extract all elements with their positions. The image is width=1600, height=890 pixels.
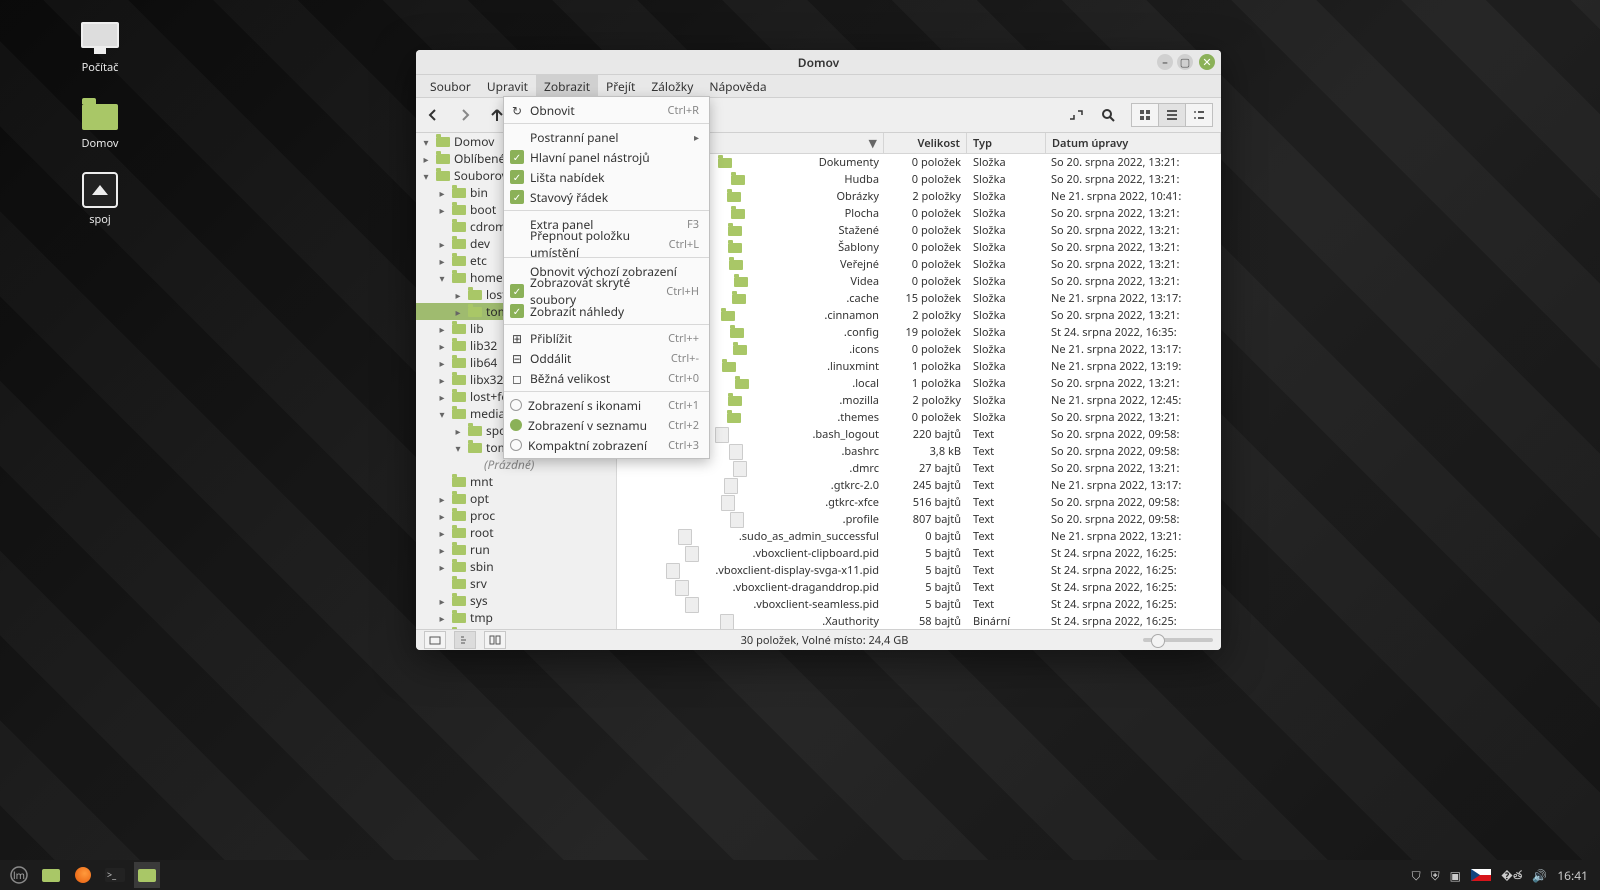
view-compact-button[interactable] <box>1186 103 1213 127</box>
nav-forward-button[interactable] <box>456 106 474 124</box>
clock[interactable]: 16:41 <box>1557 867 1588 884</box>
desktop-icon-computer[interactable]: Počítač <box>60 20 140 75</box>
folder-icon <box>80 96 120 132</box>
menu-item[interactable]: ✓Lišta nabídek <box>504 167 709 187</box>
tray-shield-icon[interactable]: ⛨ <box>1431 867 1440 884</box>
menubar: SouborUpravitZobrazitPřejítZáložkyNápově… <box>416 75 1221 98</box>
svg-text:lm: lm <box>13 868 25 882</box>
computer-icon <box>80 20 120 56</box>
tray-updates-icon[interactable]: ⛉ <box>1412 867 1421 884</box>
menu-item[interactable]: Kompaktní zobrazeníCtrl+3 <box>504 435 709 455</box>
nav-back-button[interactable] <box>424 106 442 124</box>
menu-záložky[interactable]: Záložky <box>643 75 701 98</box>
menu-item[interactable]: Postranní panel▸ <box>504 127 709 147</box>
menu-item[interactable]: ↻ObnovitCtrl+R <box>504 100 709 120</box>
status-dual-button[interactable] <box>484 631 506 649</box>
menu-nápověda[interactable]: Nápověda <box>701 75 774 98</box>
file-row[interactable]: .profile807 bajtůTextSo 20. srpna 2022, … <box>617 511 1221 528</box>
menu-item[interactable]: ✓Stavový řádek <box>504 187 709 207</box>
tray-display-icon[interactable]: ▣ <box>1450 867 1461 884</box>
tree-item[interactable]: ▸sys <box>416 592 616 609</box>
desktop-icon-home[interactable]: Domov <box>60 96 140 151</box>
taskbar-firefox-button[interactable] <box>70 862 96 888</box>
status-text: 30 položek, Volné místo: 24,4 GB <box>514 633 1135 648</box>
maximize-button[interactable]: ▢ <box>1177 54 1193 70</box>
desktop-icon-label: spoj <box>89 212 111 227</box>
tree-item[interactable]: mnt <box>416 473 616 490</box>
path-toggle-button[interactable] <box>1067 106 1085 124</box>
col-type[interactable]: Typ <box>967 133 1046 153</box>
view-mode-group <box>1131 103 1213 127</box>
zoom-slider[interactable] <box>1143 638 1213 642</box>
status-places-button[interactable] <box>424 631 446 649</box>
file-row[interactable]: .vboxclient-draganddrop.pid5 bajtůTextSt… <box>617 579 1221 596</box>
file-row[interactable]: .vboxclient-seamless.pid5 bajtůTextSt 24… <box>617 596 1221 613</box>
tray-network-icon[interactable]: �త <box>1501 866 1522 885</box>
file-row[interactable]: .sudo_as_admin_successful0 bajtůTextNe 2… <box>617 528 1221 545</box>
minimize-button[interactable]: – <box>1157 54 1173 70</box>
menu-zobrazit[interactable]: Zobrazit <box>536 75 598 98</box>
file-row[interactable]: .gtkrc-xfce516 bajtůTextSo 20. srpna 202… <box>617 494 1221 511</box>
close-button[interactable]: ✕ <box>1199 54 1215 70</box>
menu-přejít[interactable]: Přejít <box>598 75 643 98</box>
file-row[interactable]: .Xauthority58 bajtůBinárníSt 24. srpna 2… <box>617 613 1221 629</box>
taskbar-files-button[interactable] <box>38 862 64 888</box>
menu-item[interactable]: ◻Běžná velikostCtrl+0 <box>504 368 709 388</box>
menu-item[interactable]: Zobrazení s ikonamiCtrl+1 <box>504 395 709 415</box>
taskbar: lm >_ ⛉ ⛨ ▣ �త 🔊 16:41 <box>0 860 1600 890</box>
eject-icon <box>80 172 120 208</box>
menu-item[interactable]: ⊟OddálitCtrl+- <box>504 348 709 368</box>
view-icons-button[interactable] <box>1131 103 1159 127</box>
status-tree-button[interactable] <box>454 631 476 649</box>
menu-soubor[interactable]: Soubor <box>422 75 479 98</box>
tray-keyboard-layout[interactable] <box>1471 869 1491 881</box>
view-menu-dropdown[interactable]: ↻ObnovitCtrl+R Postranní panel▸✓Hlavní pa… <box>503 96 710 459</box>
search-button[interactable] <box>1099 106 1117 124</box>
tree-item[interactable]: ▸opt <box>416 490 616 507</box>
tree-item[interactable]: ▸run <box>416 541 616 558</box>
taskbar-terminal-button[interactable]: >_ <box>102 862 128 888</box>
menu-item[interactable]: Přepnout položku umístěníCtrl+L <box>504 234 709 254</box>
titlebar[interactable]: Domov – ▢ ✕ <box>416 50 1221 75</box>
taskbar-files-running[interactable] <box>134 862 160 888</box>
col-date[interactable]: Datum úpravy <box>1046 133 1221 153</box>
menu-item[interactable]: ✓Hlavní panel nástrojů <box>504 147 709 167</box>
tree-item[interactable]: srv <box>416 575 616 592</box>
col-size[interactable]: Velikost <box>884 133 967 153</box>
desktop-icon-eject[interactable]: spoj <box>60 172 140 227</box>
start-menu-button[interactable]: lm <box>6 862 32 888</box>
file-row[interactable]: .gtkrc-2.0245 bajtůTextNe 21. srpna 2022… <box>617 477 1221 494</box>
menu-item[interactable]: ✓Zobrazovat skryté souboryCtrl+H <box>504 281 709 301</box>
desktop-icon-label: Počítač <box>82 60 119 75</box>
menu-item[interactable]: ✓Zobrazit náhledy <box>504 301 709 321</box>
window-title: Domov <box>798 54 839 71</box>
menu-upravit[interactable]: Upravit <box>479 75 536 98</box>
tree-item[interactable]: ▸proc <box>416 507 616 524</box>
statusbar: 30 položek, Volné místo: 24,4 GB <box>416 629 1221 650</box>
tree-item[interactable]: ▸root <box>416 524 616 541</box>
tree-item[interactable]: ▸sbin <box>416 558 616 575</box>
view-list-button[interactable] <box>1159 103 1186 127</box>
tree-item[interactable]: ▸tmp <box>416 609 616 626</box>
file-row[interactable]: .dmrc27 bajtůTextSo 20. srpna 2022, 13:2… <box>617 460 1221 477</box>
file-row[interactable]: .vboxclient-clipboard.pid5 bajtůTextSt 2… <box>617 545 1221 562</box>
tray-volume-icon[interactable]: 🔊 <box>1532 867 1547 884</box>
file-row[interactable]: .vboxclient-display-svga-x11.pid5 bajtůT… <box>617 562 1221 579</box>
desktop-icon-label: Domov <box>82 136 119 151</box>
desktop: Počítač Domov spoj Domov – ▢ ✕ SouborUpr… <box>0 0 1600 890</box>
menu-item[interactable]: Zobrazení v seznamuCtrl+2 <box>504 415 709 435</box>
menu-item[interactable]: ⊞PřiblížitCtrl++ <box>504 328 709 348</box>
